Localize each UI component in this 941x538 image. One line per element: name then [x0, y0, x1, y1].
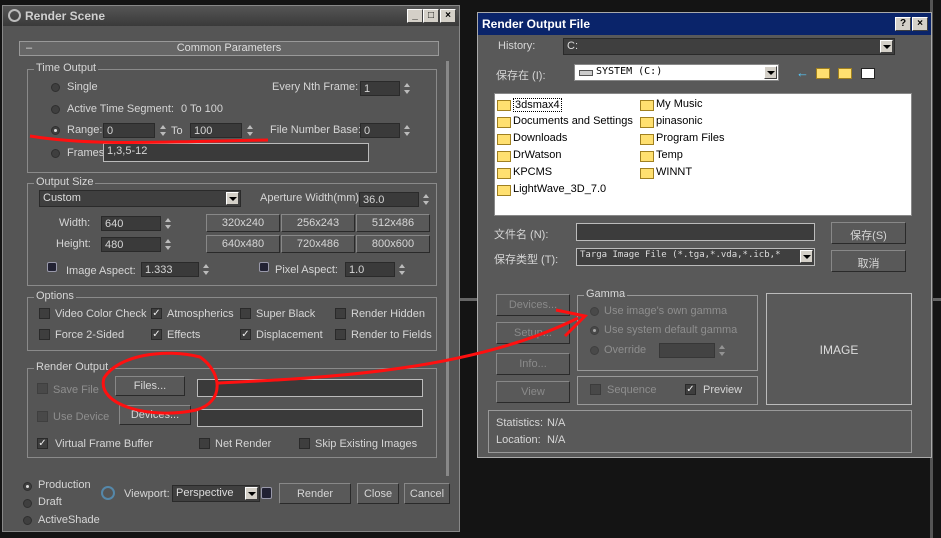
- connecting-arrow-annotation: [217, 316, 579, 385]
- files-circle-annotation: [101, 351, 219, 415]
- annotation-overlay: [29, 134, 589, 415]
- range-underline-annotation: [29, 134, 269, 144]
